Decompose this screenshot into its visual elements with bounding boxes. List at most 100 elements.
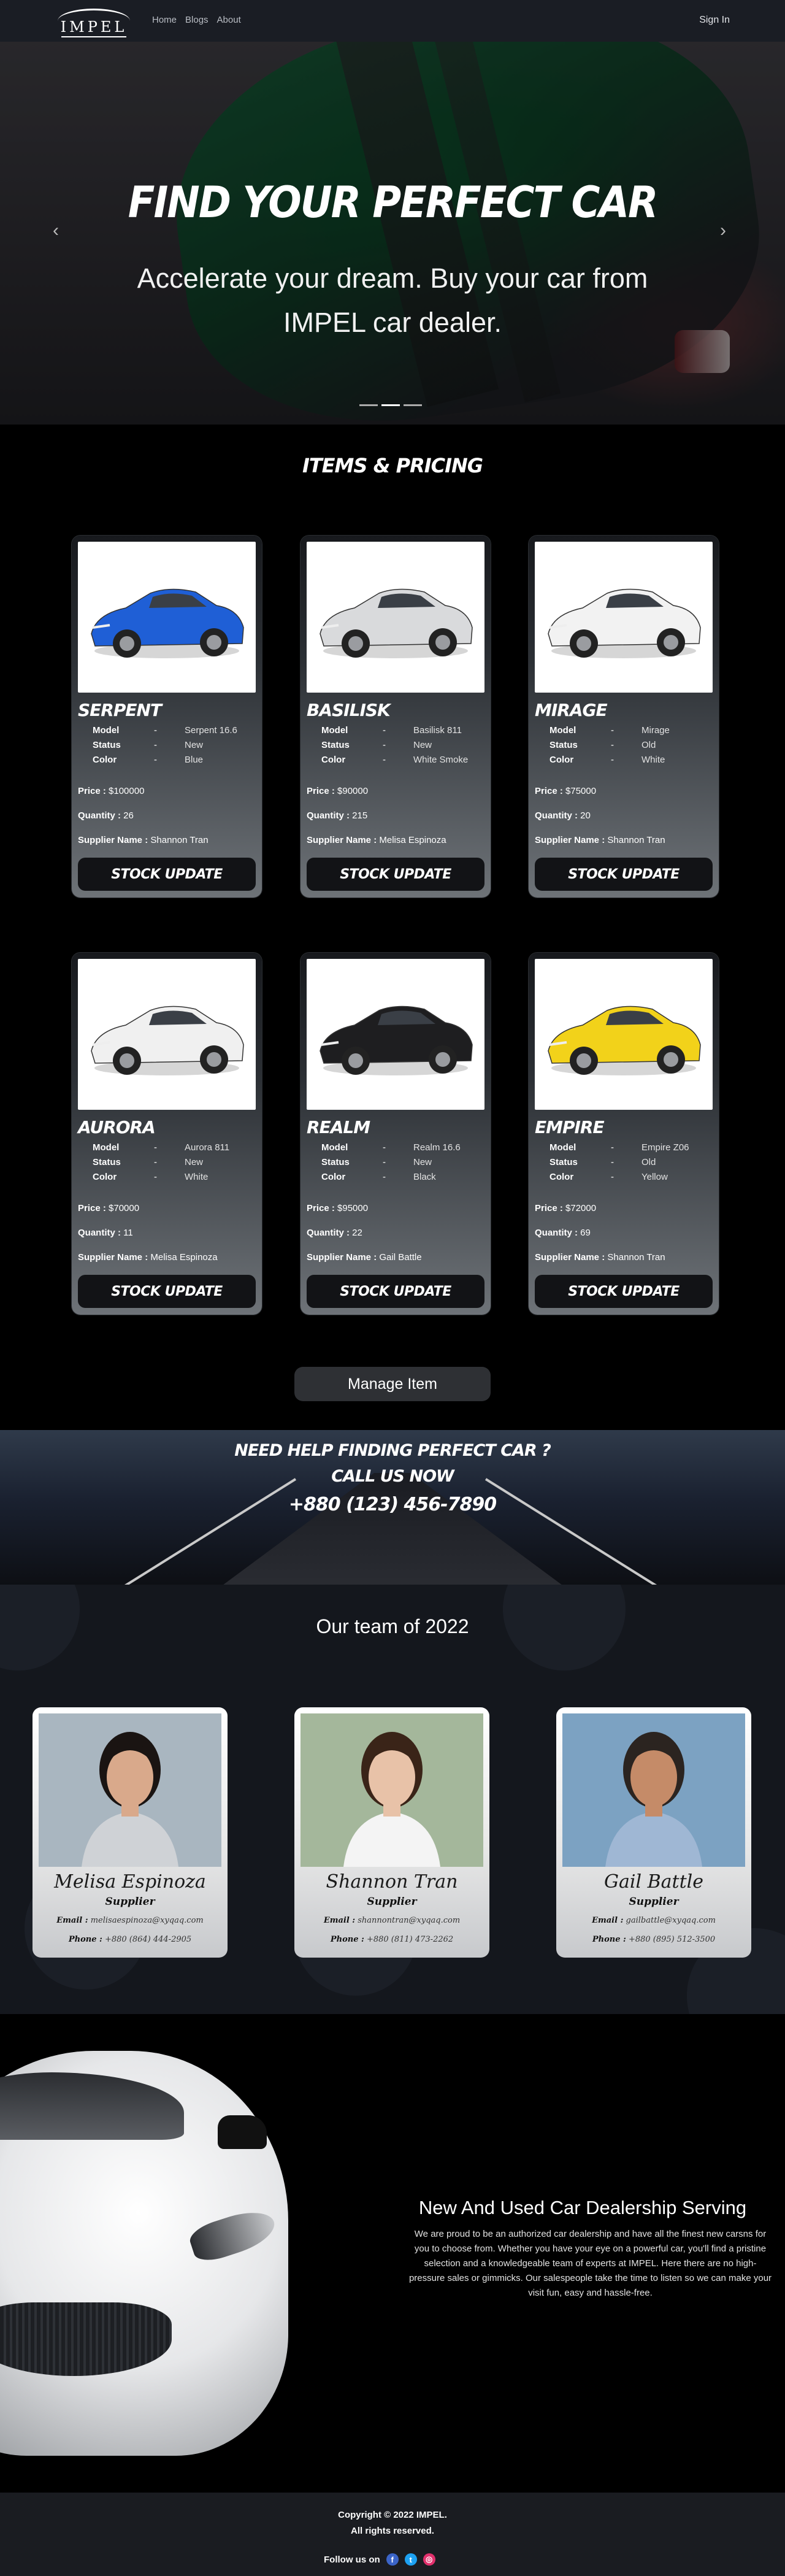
item-card: BASILISK Model - Basilisk 811 Status - New C… (301, 536, 491, 898)
spec-separator: - (383, 740, 386, 750)
nav-link-blogs[interactable]: Blogs (185, 15, 209, 25)
stock-update-button[interactable]: STOCK UPDATE (307, 1275, 484, 1308)
price-label: Price : (78, 786, 106, 796)
price-label: Price : (307, 786, 335, 796)
nav-links: Home Blogs About (152, 15, 241, 25)
car-image (78, 959, 256, 1110)
email-value[interactable]: melisaespinoza@xyqaq.com (91, 1916, 204, 1925)
carousel-indicator[interactable] (404, 404, 422, 406)
spec-label: Status (321, 1157, 350, 1167)
item-supplier: Supplier Name : Melisa Espinoza (307, 835, 446, 845)
phone-value[interactable]: +880 (864) 444-2905 (105, 1935, 191, 1944)
price-value: $75000 (565, 786, 597, 796)
spec-separator: - (611, 1172, 614, 1182)
help-phone[interactable]: +880 (123) 456-7890 (0, 1494, 785, 1515)
carousel-indicator[interactable] (381, 404, 400, 406)
logo-underline (61, 36, 126, 37)
items-section-title: ITEMS & PRICING (302, 454, 483, 477)
phone-value[interactable]: +880 (895) 512-3500 (629, 1935, 715, 1944)
spec-status: New (413, 1157, 432, 1167)
item-specs: Model - Realm 16.6 Status - New Color - Black (321, 1140, 481, 1185)
nav-link-home[interactable]: Home (152, 15, 177, 25)
spec-label: Status (93, 740, 121, 750)
chevron-left-icon[interactable]: ‹ (53, 220, 59, 241)
item-quantity: Quantity : 215 (307, 810, 367, 821)
signin-link[interactable]: Sign In (699, 15, 730, 26)
spec-status: New (185, 740, 204, 750)
chevron-right-icon[interactable]: › (720, 220, 726, 241)
item-supplier: Supplier Name : Shannon Tran (78, 835, 209, 845)
hero-overlay (0, 42, 785, 425)
car-image (307, 542, 484, 693)
item-name: AURORA (78, 1117, 156, 1137)
stock-update-button[interactable]: STOCK UPDATE (78, 858, 256, 891)
item-quantity: Quantity : 69 (535, 1228, 591, 1238)
item-card: EMPIRE Model - Empire Z06 Status - Old Color… (529, 953, 719, 1315)
spec-separator: - (154, 1172, 157, 1182)
member-phone: Phone : +880 (864) 444-2905 (33, 1935, 228, 1944)
spec-model: Realm 16.6 (413, 1142, 461, 1153)
spec-model: Mirage (641, 725, 670, 736)
quantity-label: Quantity : (78, 1228, 121, 1238)
member-photo (39, 1713, 221, 1867)
hero-carousel: FIND YOUR PERFECT CAR Accelerate your dr… (0, 42, 785, 425)
item-card: REALM Model - Realm 16.6 Status - New Color -… (301, 953, 491, 1315)
price-label: Price : (535, 786, 563, 796)
quantity-value: 22 (352, 1228, 362, 1238)
stock-update-button[interactable]: STOCK UPDATE (78, 1275, 256, 1308)
email-value[interactable]: gailbattle@xyqaq.com (626, 1916, 716, 1925)
email-label: Email : (56, 1916, 88, 1925)
spec-status: New (185, 1157, 204, 1167)
stock-update-button[interactable]: STOCK UPDATE (307, 858, 484, 891)
spec-label: Color (93, 755, 117, 765)
item-specs: Model - Basilisk 811 Status - New Color - Whit… (321, 723, 481, 767)
stock-update-button[interactable]: STOCK UPDATE (535, 858, 713, 891)
item-card: AURORA Model - Aurora 811 Status - New Color… (72, 953, 262, 1315)
spec-separator: - (383, 725, 386, 736)
spec-color: Yellow (641, 1172, 668, 1182)
item-price: Price : $95000 (307, 1203, 368, 1213)
quantity-value: 69 (580, 1228, 591, 1238)
member-phone: Phone : +880 (811) 473-2262 (294, 1935, 489, 1944)
impel-logo[interactable]: IMPEL (53, 7, 135, 37)
spec-color: White Smoke (413, 755, 469, 765)
car-image (78, 542, 256, 693)
dealer-title: New And Used Car Dealership Serving (418, 2197, 747, 2218)
spec-separator: - (611, 1142, 614, 1153)
follow-us: Follow us on f t ◎ (324, 2553, 435, 2566)
item-supplier: Supplier Name : Melisa Espinoza (78, 1252, 218, 1263)
stock-update-button[interactable]: STOCK UPDATE (535, 1275, 713, 1308)
member-photo (301, 1713, 483, 1867)
spec-label: Model (321, 725, 348, 736)
spec-separator: - (154, 755, 157, 765)
member-role: Supplier (367, 1896, 417, 1908)
instagram-icon[interactable]: ◎ (423, 2553, 435, 2566)
item-supplier: Supplier Name : Shannon Tran (535, 835, 665, 845)
nav-link-about[interactable]: About (217, 15, 241, 25)
supplier-value: Shannon Tran (607, 1252, 665, 1263)
item-supplier: Supplier Name : Shannon Tran (535, 1252, 665, 1263)
spec-separator: - (383, 1157, 386, 1167)
spec-label: Color (321, 755, 346, 765)
spec-label: Color (93, 1172, 117, 1182)
facebook-icon[interactable]: f (386, 2553, 399, 2566)
email-value[interactable]: shannontran@xyqaq.com (358, 1916, 460, 1925)
item-price: Price : $90000 (307, 786, 368, 796)
quantity-label: Quantity : (535, 1228, 578, 1238)
phone-value[interactable]: +880 (811) 473-2262 (367, 1935, 453, 1944)
member-name: Gail Battle (604, 1871, 703, 1893)
road-image (209, 1473, 576, 1585)
help-line-2: CALL US NOW (331, 1467, 454, 1486)
spec-label: Status (321, 740, 350, 750)
spec-separator: - (611, 725, 614, 736)
manage-item-button[interactable]: Manage Item (294, 1367, 491, 1401)
supplier-value: Melisa Espinoza (379, 835, 446, 845)
twitter-icon[interactable]: t (404, 2553, 417, 2566)
spec-label: Model (550, 1142, 576, 1153)
spec-label: Model (550, 725, 576, 736)
team-member-card: Gail Battle Supplier Email : gailbattle@… (556, 1707, 751, 1958)
member-photo (562, 1713, 745, 1867)
carousel-indicator[interactable] (359, 404, 378, 406)
quantity-label: Quantity : (535, 810, 578, 821)
quantity-value: 20 (580, 810, 591, 821)
